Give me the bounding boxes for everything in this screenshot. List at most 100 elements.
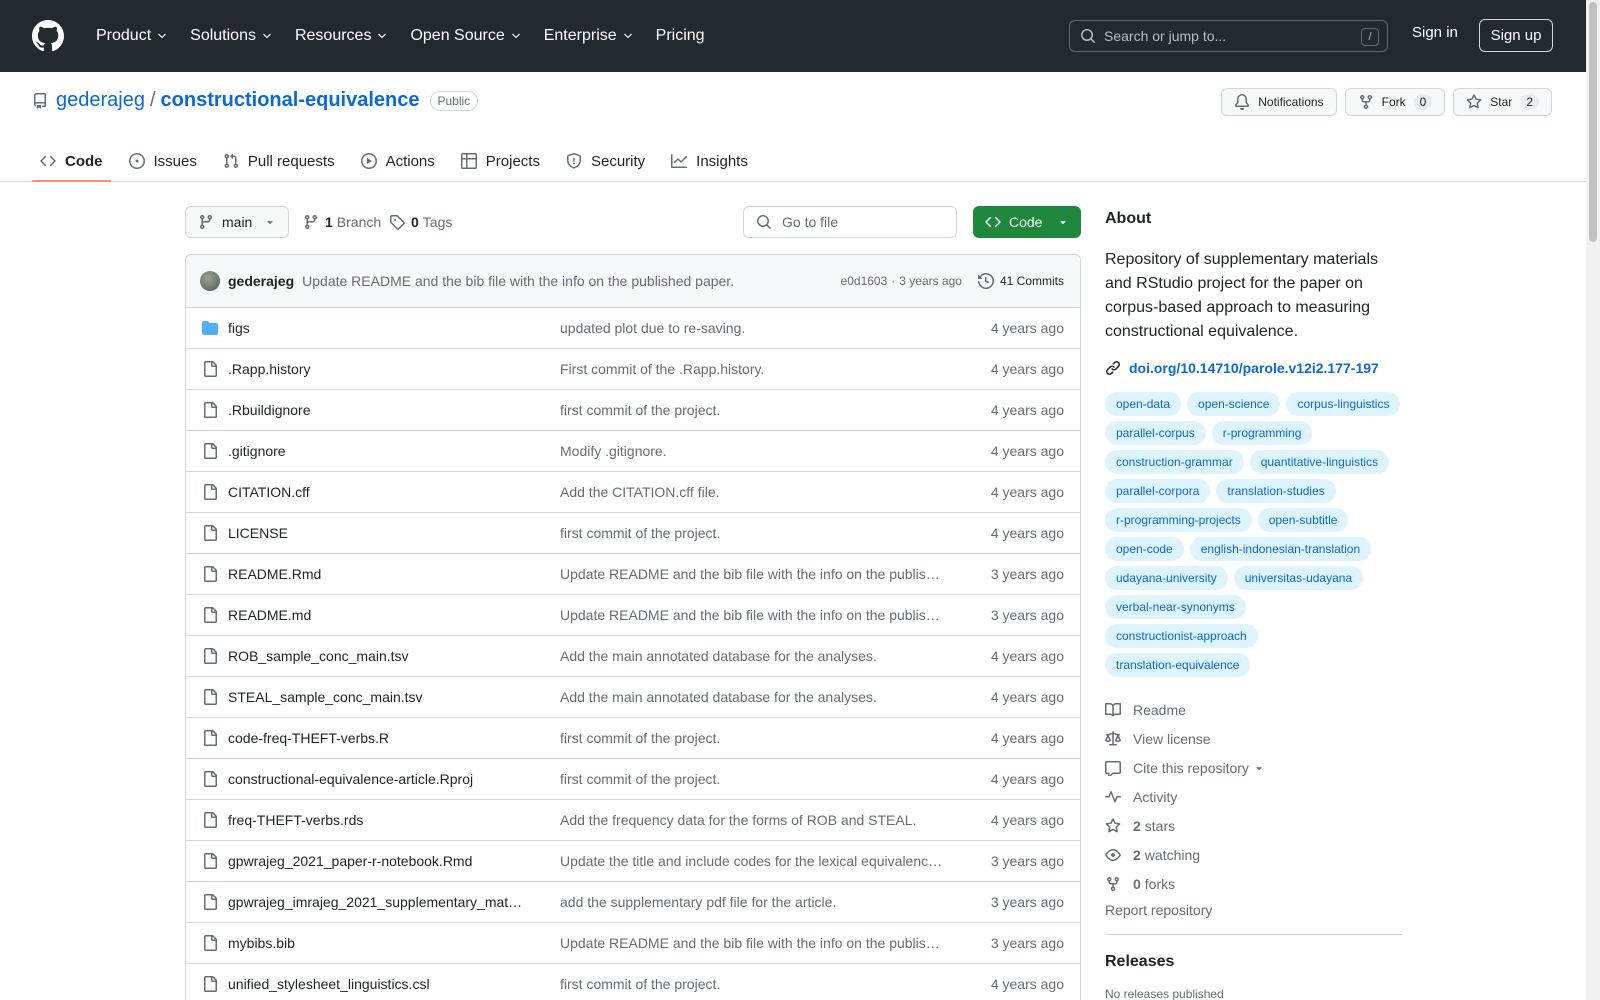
topic-tag[interactable]: verbal-near-synonyms [1105,595,1246,619]
table-row[interactable]: figs updated plot due to re-saving. 4 year… [186,308,1080,349]
table-row[interactable]: mybibs.bib Update README and the bib file… [186,923,1080,964]
topic-tag[interactable]: r-programming-projects [1105,508,1252,532]
file-commit-message-link[interactable]: first commit of the project. [560,771,943,787]
file-name-link[interactable]: README.md [228,607,560,623]
table-row[interactable]: STEAL_sample_conc_main.tsv Add the main a… [186,677,1080,718]
file-name-link[interactable]: STEAL_sample_conc_main.tsv [228,689,560,705]
topic-tag[interactable]: open-code [1105,537,1184,561]
topic-tag[interactable]: corpus-linguistics [1286,392,1401,416]
avatar[interactable] [200,271,220,291]
topic-tag[interactable]: parallel-corpus [1105,421,1206,445]
report-repository-link[interactable]: Report repository [1105,902,1402,935]
nav-product[interactable]: Product [88,20,176,52]
table-row[interactable]: .gitignore Modify .gitignore. 4 years ago [186,431,1080,472]
topic-tag[interactable]: parallel-corpora [1105,479,1211,503]
watching-link[interactable]: 2 watching [1105,840,1402,869]
file-commit-message-link[interactable]: first commit of the project. [560,402,943,418]
tab-code[interactable]: Code [32,140,111,182]
file-commit-message-link[interactable]: first commit of the project. [560,525,943,541]
topic-tag[interactable]: translation-studies [1216,479,1336,503]
table-row[interactable]: constructional-equivalence-article.Rproj… [186,759,1080,800]
file-name-link[interactable]: LICENSE [228,525,560,541]
activity-link[interactable]: Activity [1105,782,1402,811]
topic-tag[interactable]: universitas-udayana [1233,566,1364,590]
table-row[interactable]: ROB_sample_conc_main.tsv Add the main ann… [186,636,1080,677]
nav-open-source[interactable]: Open Source [402,20,529,52]
file-commit-message-link[interactable]: first commit of the project. [560,976,943,992]
nav-enterprise[interactable]: Enterprise [536,20,642,52]
file-name-link[interactable]: unified_stylesheet_linguistics.csl [228,976,560,992]
sign-up-button[interactable]: Sign up [1479,19,1553,52]
file-name-link[interactable]: freq-THEFT-verbs.rds [228,812,560,828]
tab-actions[interactable]: Actions [353,140,443,182]
file-name-link[interactable]: mybibs.bib [228,935,560,951]
file-commit-message-link[interactable]: Update README and the bib file with the … [560,607,943,623]
stars-link[interactable]: 2 stars [1105,811,1402,840]
fork-button[interactable]: Fork 0 [1344,88,1446,116]
code-dropdown-button[interactable]: Code [973,206,1081,238]
star-button[interactable]: Star 2 [1453,88,1552,116]
table-row[interactable]: gpwrajeg_imrajeg_2021_supplementary_mat…… [186,882,1080,923]
scrollbar-thumb[interactable] [1589,2,1597,242]
nav-pricing[interactable]: Pricing [648,20,713,52]
releases-heading[interactable]: Releases [1105,953,1402,971]
file-commit-message-link[interactable]: First commit of the .Rapp.history. [560,361,943,377]
file-commit-message-link[interactable]: Add the CITATION.cff file. [560,484,943,500]
tab-projects[interactable]: Projects [453,140,548,182]
notifications-button[interactable]: Notifications [1221,88,1337,116]
file-commit-message-link[interactable]: add the supplementary pdf file for the a… [560,894,943,910]
topic-tag[interactable]: quantitative-linguistics [1249,450,1390,474]
nav-resources[interactable]: Resources [287,20,396,52]
file-name-link[interactable]: .Rapp.history [228,361,560,377]
repo-name-link[interactable]: constructional-equivalence [161,89,420,112]
go-to-file-input[interactable]: Go to file [743,206,957,238]
topic-tag[interactable]: open-data [1105,392,1182,416]
table-row[interactable]: unified_stylesheet_linguistics.csl first … [186,964,1080,1000]
table-row[interactable]: freq-THEFT-verbs.rds Add the frequency da… [186,800,1080,841]
tab-issues[interactable]: Issues [121,140,205,182]
cite-repository-button[interactable]: Cite this repository [1105,753,1402,782]
file-name-link[interactable]: .gitignore [228,443,560,459]
file-commit-message-link[interactable]: Add the frequency data for the forms of … [560,812,943,828]
tab-insights[interactable]: Insights [663,140,756,182]
file-name-link[interactable]: .Rbuildignore [228,402,560,418]
file-name-link[interactable]: README.Rmd [228,566,560,582]
table-row[interactable]: .Rbuildignore first commit of the project… [186,390,1080,431]
file-name-link[interactable]: gpwrajeg_2021_paper-r-notebook.Rmd [228,853,560,869]
topic-tag[interactable]: open-subtitle [1257,508,1349,532]
repo-owner-link[interactable]: gederajeg [56,89,145,112]
file-commit-message-link[interactable]: Add the main annotated database for the … [560,689,943,705]
topic-tag[interactable]: open-science [1187,392,1281,416]
nav-solutions[interactable]: Solutions [182,20,281,52]
file-commit-message-link[interactable]: Update the title and include codes for t… [560,853,943,869]
tab-security[interactable]: Security [558,140,653,182]
file-name-link[interactable]: ROB_sample_conc_main.tsv [228,648,560,664]
topic-tag[interactable]: constructionist-approach [1105,624,1258,648]
file-commit-message-link[interactable]: first commit of the project. [560,730,943,746]
branch-select-button[interactable]: main [185,206,289,238]
branches-link[interactable]: 1 Branch [303,214,381,230]
table-row[interactable]: .Rapp.history First commit of the .Rapp.h… [186,349,1080,390]
table-row[interactable]: README.md Update README and the bib file … [186,595,1080,636]
search-input[interactable]: Search or jump to... / [1069,20,1388,52]
tags-link[interactable]: 0 Tags [389,214,452,230]
commit-author-link[interactable]: gederajeg [228,273,294,289]
topic-tag[interactable]: udayana-university [1105,566,1228,590]
topic-tag[interactable]: english-indonesian-translation [1189,537,1372,561]
forks-link[interactable]: 0 forks [1105,869,1402,898]
table-row[interactable]: CITATION.cff Add the CITATION.cff file. 4 … [186,472,1080,513]
commit-message-link[interactable]: Update README and the bib file with the … [302,273,734,289]
topic-tag[interactable]: construction-grammar [1105,450,1244,474]
file-name-link[interactable]: gpwrajeg_imrajeg_2021_supplementary_mat… [228,894,560,910]
table-row[interactable]: LICENSE first commit of the project. 4 yea… [186,513,1080,554]
topic-tag[interactable]: r-programming [1211,421,1313,445]
topic-tag[interactable]: translation-equivalence [1105,653,1251,677]
file-commit-message-link[interactable]: Modify .gitignore. [560,443,943,459]
table-row[interactable]: code-freq-THEFT-verbs.R first commit of t… [186,718,1080,759]
commit-hash-link[interactable]: e0d1603 [841,274,888,288]
file-name-link[interactable]: code-freq-THEFT-verbs.R [228,730,560,746]
github-logo-icon[interactable] [32,20,64,52]
tab-pull-requests[interactable]: Pull requests [215,140,343,182]
file-commit-message-link[interactable]: updated plot due to re-saving. [560,320,943,336]
sign-in-link[interactable]: Sign in [1412,24,1458,41]
